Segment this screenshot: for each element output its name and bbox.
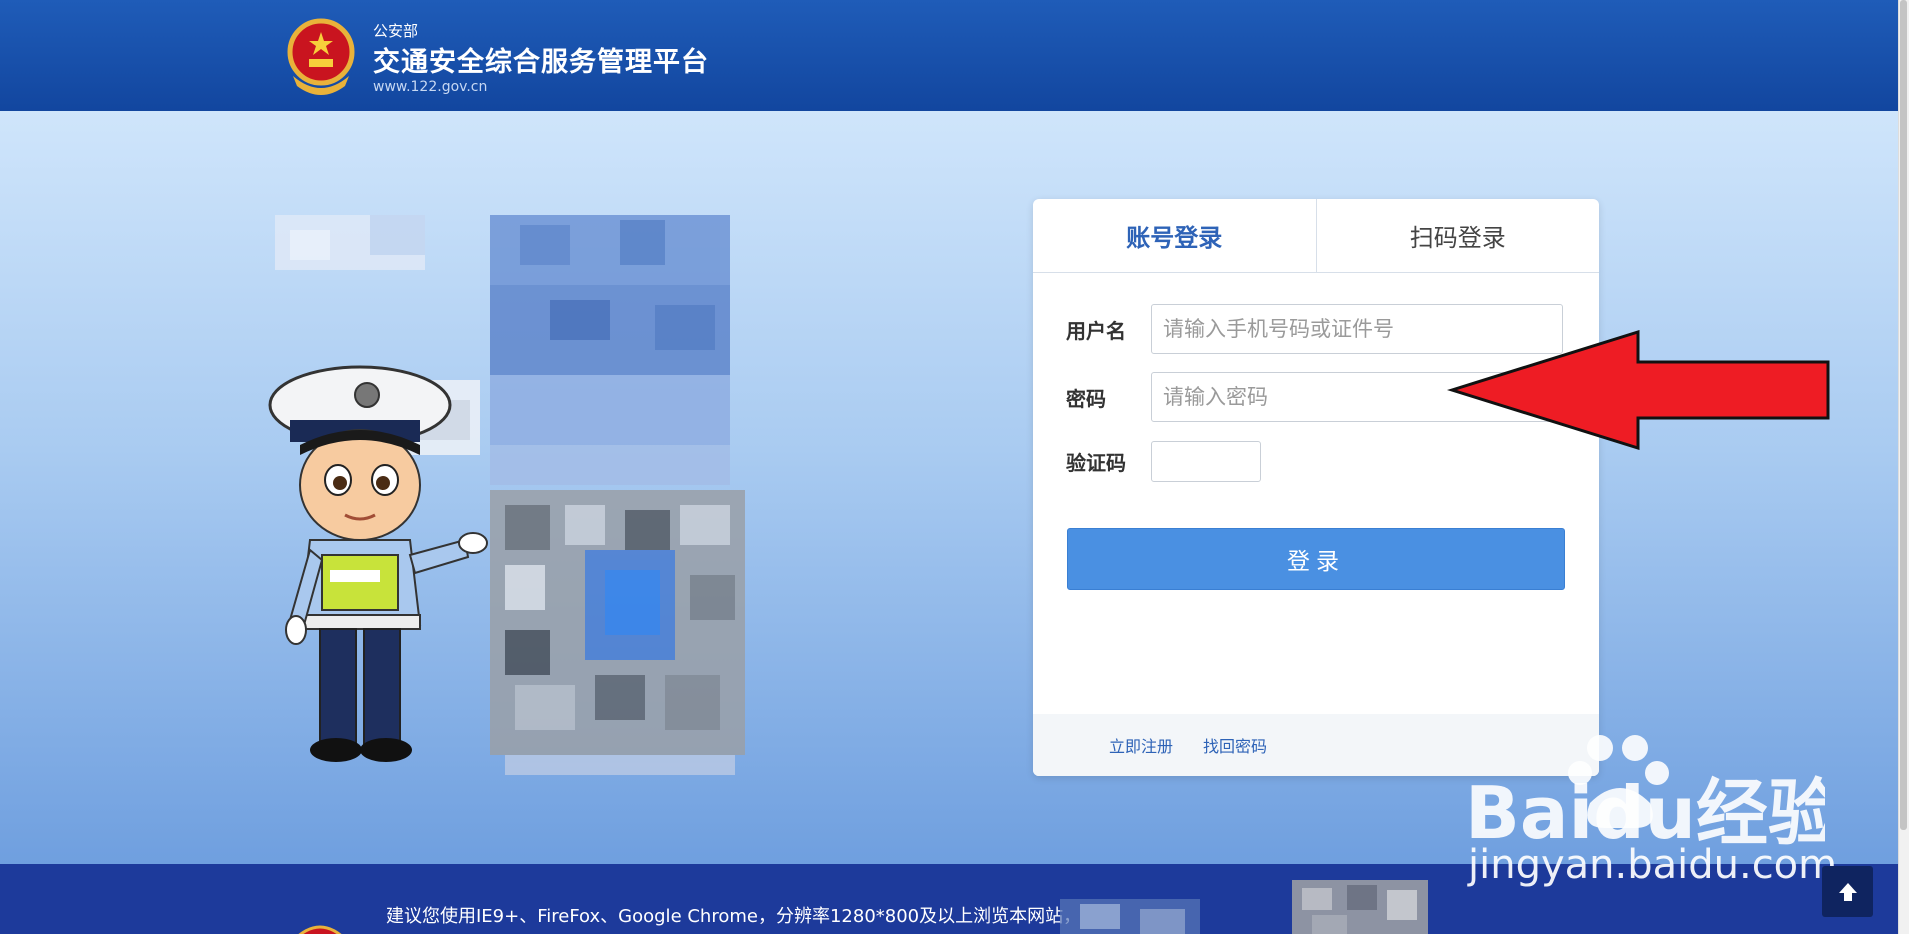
register-link[interactable]: 立即注册 [1109, 733, 1173, 757]
captcha-input[interactable] [1151, 441, 1261, 482]
login-tabs: 账号登录 扫码登录 [1033, 199, 1599, 273]
scrollbar-thumb[interactable] [1900, 0, 1907, 830]
police-cartoon-image [268, 365, 488, 762]
recover-password-link[interactable]: 找回密码 [1203, 733, 1267, 757]
captcha-label: 验证码 [1066, 451, 1126, 475]
login-panel: 账号登录 扫码登录 用户名 密码 验证码 登录 立即注册 找回密码 [1033, 199, 1599, 776]
watermark-url: jingyan.baidu.com [1468, 842, 1838, 888]
page-scrollbar[interactable] [1898, 0, 1909, 934]
red-arrow-annotation [1446, 330, 1830, 450]
back-to-top-button[interactable] [1822, 866, 1873, 917]
brand-title: 交通安全综合服务管理平台 [373, 47, 709, 78]
arrow-up-icon [1838, 882, 1857, 901]
browser-recommendation-note: 建议您使用IE9+、FireFox、Google Chrome，分辨率1280*… [386, 906, 1100, 927]
site-header: 公安部 交通安全综合服务管理平台 www.122.gov.cn [0, 0, 1898, 111]
illustration-area [260, 205, 780, 775]
footer-emblem-icon [298, 925, 342, 934]
national-emblem-icon [287, 18, 355, 95]
brand-url: www.122.gov.cn [373, 79, 488, 95]
username-label: 用户名 [1066, 318, 1126, 343]
pixelated-footer-qrcode [1292, 880, 1428, 934]
password-label: 密码 [1066, 386, 1106, 411]
pixelated-footer-image [1060, 899, 1200, 934]
captcha-row: 验证码 [1066, 441, 1261, 482]
tab-account-login[interactable]: 账号登录 [1033, 199, 1317, 272]
tab-qrcode-login[interactable]: 扫码登录 [1317, 199, 1600, 272]
brand-department: 公安部 [373, 22, 419, 40]
login-button[interactable]: 登录 [1067, 528, 1565, 590]
